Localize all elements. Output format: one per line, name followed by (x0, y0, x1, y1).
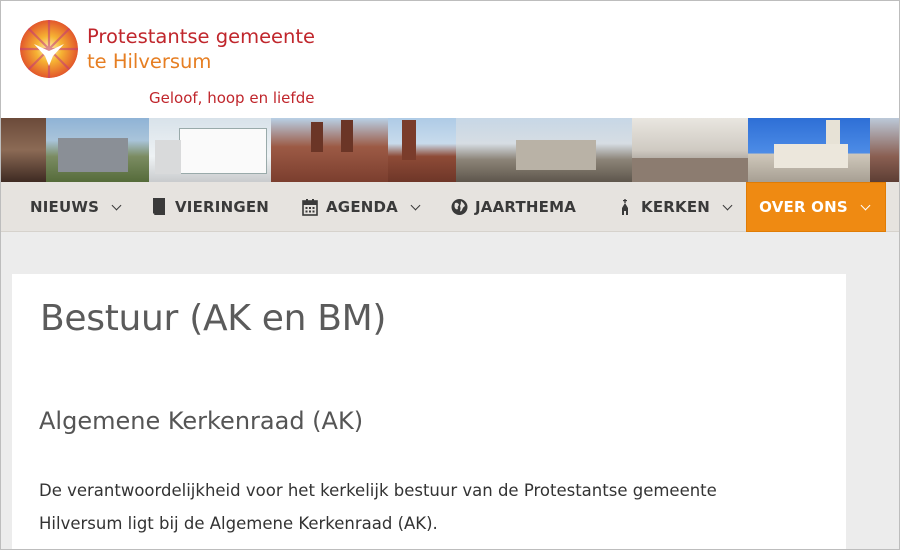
calendar-icon (302, 198, 318, 216)
chevron-down-icon (860, 200, 871, 210)
church-icon (617, 198, 633, 216)
nav-item-label: OVER ONS (759, 198, 848, 216)
globe-icon (451, 198, 468, 216)
body-paragraph: De verantwoordelijkheid voor het kerkeli… (39, 474, 799, 540)
site-name[interactable]: Protestantse gemeente te Hilversum (87, 24, 315, 74)
page-title: Bestuur (AK en BM) (40, 298, 387, 339)
paragraph-line: Hilversum ligt bij de Algemene Kerkenraa… (39, 514, 438, 533)
main-navigation: NIEUWS VIERINGEN AGENDA JAARTHEMA KERKEN… (0, 182, 900, 232)
church-photo (149, 118, 271, 182)
church-photo (632, 118, 748, 182)
nav-item-label: KERKEN (641, 198, 711, 216)
tagline: Geloof, hoop en liefde (149, 89, 315, 107)
book-icon (151, 198, 167, 216)
chevron-down-icon (722, 200, 733, 210)
church-photo (870, 118, 900, 182)
site-header: Protestantse gemeente te Hilversum Geloo… (0, 0, 900, 118)
site-name-line2: te Hilversum (87, 50, 212, 73)
nav-item-label: NIEUWS (30, 198, 100, 216)
header-photo-strip (0, 118, 900, 182)
nav-item-nieuws[interactable]: NIEUWS (30, 182, 122, 232)
paragraph-line: De verantwoordelijkheid voor het kerkeli… (39, 481, 717, 500)
nav-item-label: JAARTHEMA (475, 198, 577, 216)
nav-item-label: AGENDA (326, 198, 398, 216)
section-heading: Algemene Kerkenraad (AK) (39, 407, 364, 435)
church-photo (0, 118, 46, 182)
nav-item-over-ons[interactable]: OVER ONS (746, 182, 886, 232)
nav-item-jaarthema[interactable]: JAARTHEMA (451, 182, 576, 232)
nav-item-kerken[interactable]: KERKEN (617, 182, 733, 232)
church-photo (456, 118, 632, 182)
nav-item-agenda[interactable]: AGENDA (302, 182, 421, 232)
church-photo (748, 118, 870, 182)
church-photo (388, 118, 456, 182)
site-logo[interactable] (20, 20, 78, 78)
nav-item-label: VIERINGEN (175, 198, 270, 216)
chevron-down-icon (111, 200, 122, 210)
nav-item-vieringen[interactable]: VIERINGEN (151, 182, 269, 232)
church-photo (46, 118, 149, 182)
site-name-line1: Protestantse gemeente (87, 25, 316, 48)
chevron-down-icon (410, 200, 421, 210)
church-photo (271, 118, 388, 182)
